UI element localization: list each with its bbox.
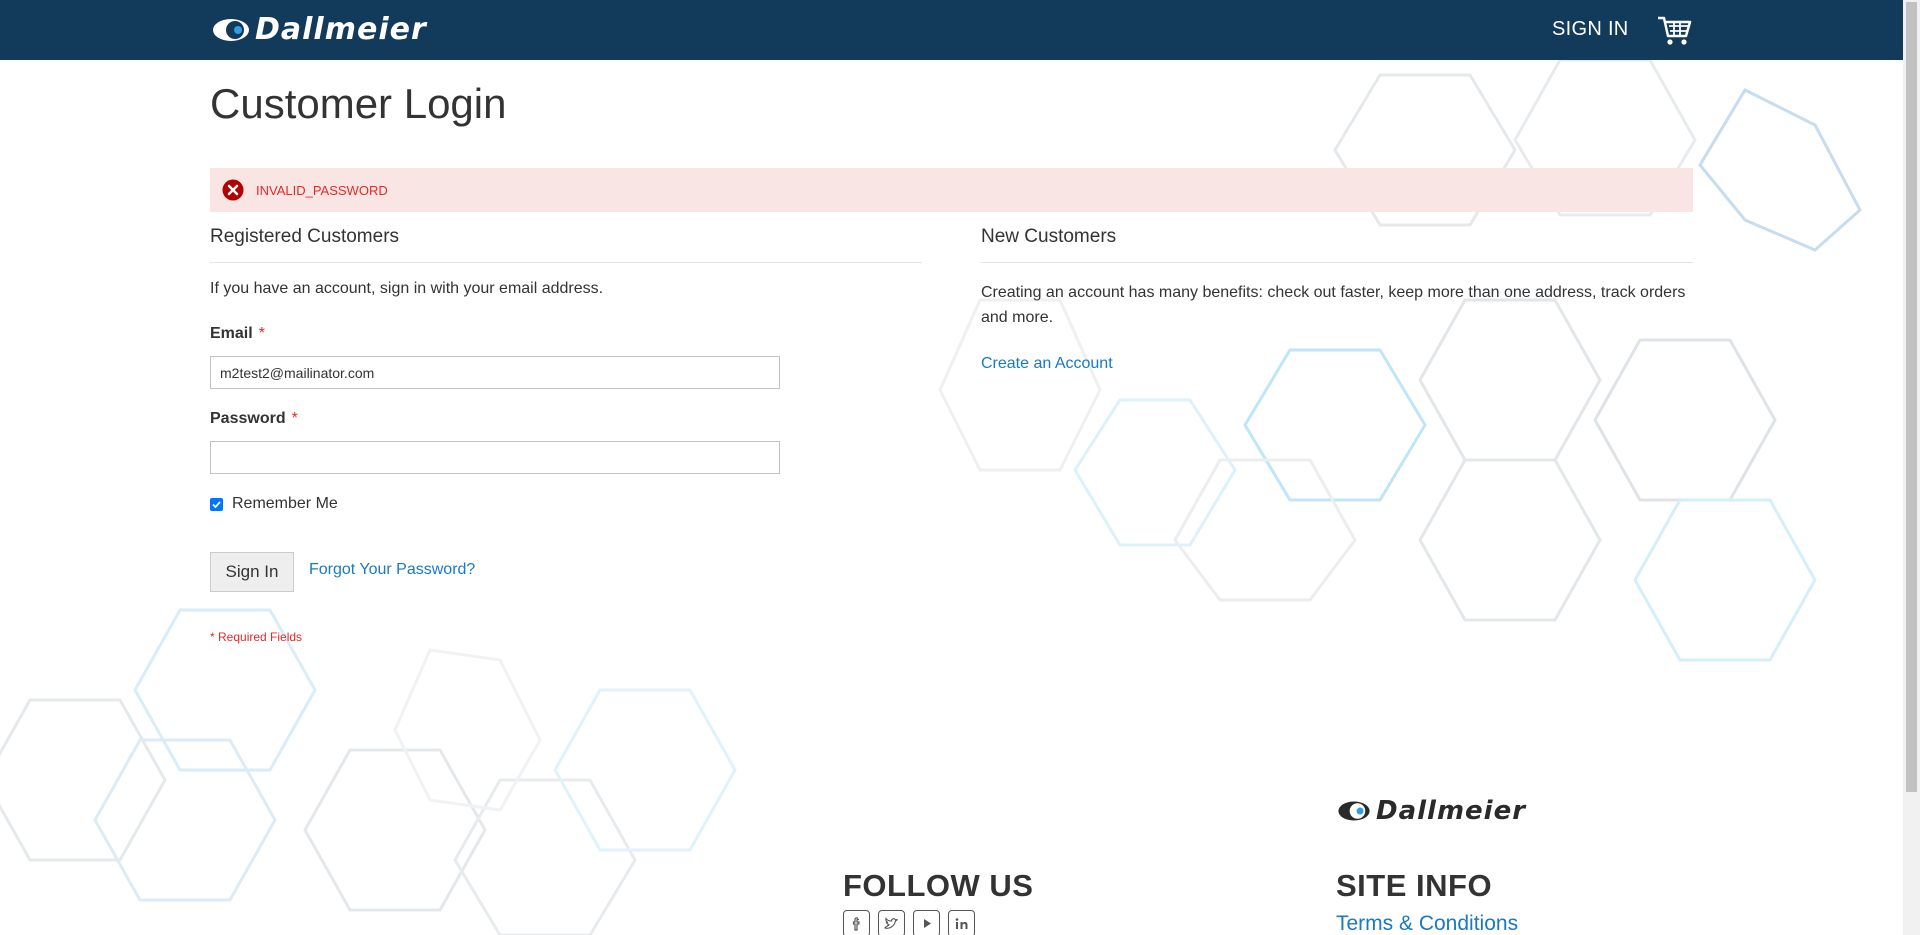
remember-me-row[interactable]: Remember Me (210, 495, 338, 513)
site-info-heading: SITE INFO (1336, 868, 1493, 903)
error-icon (222, 179, 244, 201)
create-account-link[interactable]: Create an Account (981, 355, 1113, 373)
page-scrollbar[interactable] (1903, 0, 1920, 935)
new-customers-title: New Customers (981, 226, 1693, 263)
remember-me-checkbox[interactable] (210, 497, 223, 511)
facebook-icon[interactable] (843, 910, 870, 935)
checkmark-icon (212, 500, 221, 508)
error-message: INVALID_PASSWORD (210, 168, 1693, 212)
header-sign-in-link[interactable]: SIGN IN (1552, 18, 1629, 41)
required-fields-note: * Required Fields (210, 630, 303, 644)
email-label: Email * (210, 325, 265, 343)
registered-intro: If you have an account, sign in with you… (210, 280, 604, 297)
follow-us-heading: FOLLOW US (843, 868, 1034, 903)
brand-name: Dallmeier (255, 12, 427, 47)
email-field[interactable] (210, 356, 780, 389)
forgot-password-link[interactable]: Forgot Your Password? (309, 561, 475, 579)
site-header: Dallmeier SIGN IN (0, 0, 1903, 60)
linkedin-glyph (955, 918, 968, 929)
footer-brand-name: Dallmeier (1376, 796, 1527, 826)
new-customers-description: Creating an account has many benefits: c… (981, 284, 1686, 326)
sign-in-button[interactable]: Sign In (210, 552, 294, 592)
facebook-glyph (852, 917, 860, 931)
youtube-icon[interactable] (913, 910, 940, 935)
registered-customers-title: Registered Customers (210, 226, 922, 263)
terms-conditions-link[interactable]: Terms & Conditions (1336, 912, 1518, 935)
footer-brand-logo: Dallmeier (1336, 795, 1526, 827)
password-field[interactable] (210, 441, 780, 474)
twitter-icon[interactable] (878, 910, 905, 935)
scrollbar-thumb[interactable] (1906, 2, 1917, 792)
error-text: INVALID_PASSWORD (256, 182, 388, 198)
required-asterisk: * (291, 410, 298, 427)
email-label-text: Email (210, 325, 253, 342)
page-title: Customer Login (210, 80, 507, 127)
brand-logo[interactable]: Dallmeier (211, 14, 427, 46)
social-links (843, 910, 975, 935)
password-label-text: Password (210, 410, 286, 427)
dallmeier-logo-icon (1338, 801, 1370, 821)
cart-icon[interactable] (1656, 12, 1692, 48)
youtube-glyph (924, 919, 931, 928)
remember-me-label[interactable]: Remember Me (232, 495, 338, 513)
linkedin-icon[interactable] (948, 910, 975, 935)
dallmeier-logo-icon (213, 19, 249, 41)
twitter-glyph (884, 917, 898, 929)
required-asterisk: * (258, 325, 265, 342)
password-label: Password * (210, 410, 298, 428)
